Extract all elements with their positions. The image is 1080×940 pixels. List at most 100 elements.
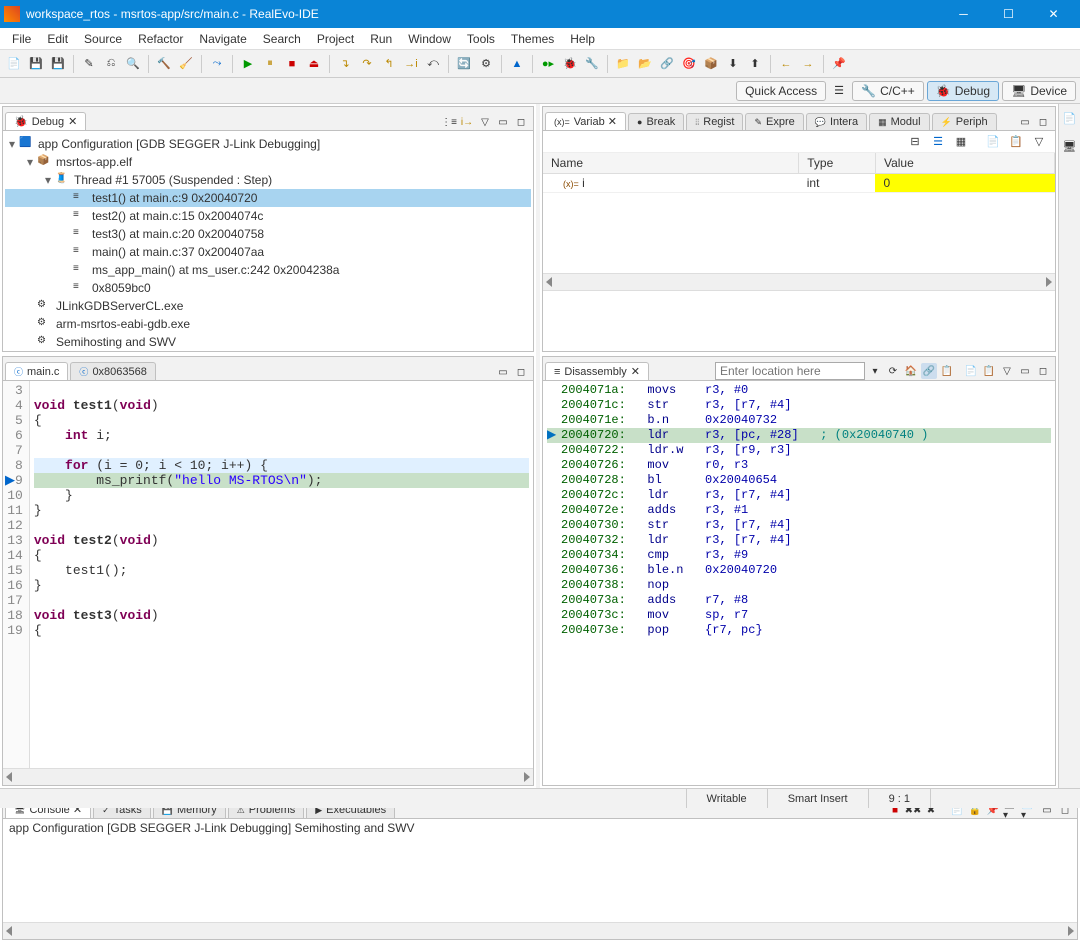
disasm-row[interactable]: 20040728: bl 0x20040654 xyxy=(547,473,1051,488)
disasm-row[interactable]: 2004071e: b.n 0x20040732 xyxy=(547,413,1051,428)
tree-row[interactable]: ⚙arm-msrtos-eabi-gdb.exe xyxy=(5,315,531,333)
tree-row[interactable]: ⚙Semihosting and SWV xyxy=(5,333,531,351)
clean-icon[interactable]: 🧹 xyxy=(176,54,196,74)
cpp-perspective-button[interactable]: 🔧 C/C++ xyxy=(852,81,924,101)
step-over-icon[interactable]: ↷ xyxy=(357,54,377,74)
outline-icon[interactable]: 📄 xyxy=(1060,108,1080,128)
step-mode-icon[interactable]: i→ xyxy=(459,114,475,130)
pin-icon[interactable]: 📌 xyxy=(829,54,849,74)
col-type[interactable]: Type xyxy=(799,153,876,174)
tree-row[interactable]: ≡0x8059bc0 xyxy=(5,279,531,297)
disasm-copy-icon[interactable]: 📋 xyxy=(939,363,955,379)
new-icon[interactable]: 📄 xyxy=(4,54,24,74)
tab-periph[interactable]: ⚡ Periph xyxy=(932,113,997,130)
tab-expre[interactable]: ✎ Expre xyxy=(745,113,803,130)
disconnect-icon[interactable]: ⏏ xyxy=(304,54,324,74)
console-output[interactable]: app Configuration [GDB SEGGER J-Link Deb… xyxy=(3,819,1077,922)
minimize-button[interactable]: ─ xyxy=(941,0,986,28)
editor-minimize-icon[interactable]: ▭ xyxy=(495,364,511,380)
tree-row[interactable]: ≡test3() at main.c:20 0x20040758 xyxy=(5,225,531,243)
monitor-icon[interactable]: 🖥 xyxy=(1060,136,1080,156)
disasm-dropdown-icon[interactable]: ▽ xyxy=(999,363,1015,379)
tree-row[interactable]: ▾📦msrtos-app.elf xyxy=(5,153,531,171)
disasm-maximize-icon[interactable]: ◻ xyxy=(1035,363,1051,379)
vars-hscroll[interactable] xyxy=(543,273,1055,290)
vars-maximize-icon[interactable]: ◻ xyxy=(1035,114,1051,130)
tab-break[interactable]: ● Break xyxy=(628,113,684,130)
vars-new-watch-icon[interactable]: 📄 xyxy=(983,132,1003,152)
menu-help[interactable]: Help xyxy=(562,30,603,48)
col-name[interactable]: Name xyxy=(543,153,799,174)
tree-row[interactable]: ▾🟦app Configuration [GDB SEGGER J-Link D… xyxy=(5,135,531,153)
stop-icon[interactable]: ■ xyxy=(282,54,302,74)
device-perspective-button[interactable]: 🖥 Device xyxy=(1002,81,1076,101)
menu-edit[interactable]: Edit xyxy=(39,30,76,48)
debug-perspective-button[interactable]: 🐞 Debug xyxy=(927,81,999,101)
disasm-row[interactable]: 20040722: ldr.w r3, [r9, r3] xyxy=(547,443,1051,458)
editor-maximize-icon[interactable]: ◻ xyxy=(513,364,529,380)
disasm-row[interactable]: 20040732: ldr r3, [r7, #4] xyxy=(547,533,1051,548)
chevron-down-icon[interactable]: ▾ xyxy=(867,363,883,379)
tree-row[interactable]: ≡main() at main.c:37 0x200407aa xyxy=(5,243,531,261)
minimize-icon[interactable]: ▭ xyxy=(495,114,511,130)
disasm-row[interactable]: 2004071a: movs r3, #0 xyxy=(547,383,1051,398)
open-type-icon[interactable]: 📁 xyxy=(613,54,633,74)
step-instr-icon[interactable]: →i xyxy=(401,54,421,74)
col-value[interactable]: Value xyxy=(875,153,1054,174)
vars-tree-icon[interactable]: ☰ xyxy=(928,132,948,152)
tree-row[interactable]: ⚙JLinkGDBServerCL.exe xyxy=(5,297,531,315)
tab-variab[interactable]: (x)= Variab ✕ xyxy=(545,112,626,130)
nav-back-icon[interactable]: ← xyxy=(776,54,796,74)
variable-row[interactable]: (x)= iint0 xyxy=(543,174,1055,193)
disasm-row[interactable]: 2004071c: str r3, [r7, #4] xyxy=(547,398,1051,413)
location-input[interactable] xyxy=(715,362,865,380)
open-file-icon[interactable]: 📂 xyxy=(635,54,655,74)
tree-row[interactable]: ≡test1() at main.c:9 0x20040720 xyxy=(5,189,531,207)
disasm-save-icon[interactable]: 📄 xyxy=(963,363,979,379)
export-icon[interactable]: ⬆ xyxy=(745,54,765,74)
disasm-row[interactable]: 2004073a: adds r7, #8 xyxy=(547,593,1051,608)
menu-source[interactable]: Source xyxy=(76,30,130,48)
editor-tab[interactable]: ⓒ main.c xyxy=(5,362,68,380)
tree-row[interactable]: ≡ms_app_main() at ms_user.c:242 0x200423… xyxy=(5,261,531,279)
disasm-row[interactable]: 2004072e: adds r3, #1 xyxy=(547,503,1051,518)
build-icon[interactable]: 🔨 xyxy=(154,54,174,74)
link-icon[interactable]: 🔗 xyxy=(657,54,677,74)
import-icon[interactable]: ⬇ xyxy=(723,54,743,74)
package-icon[interactable]: 📦 xyxy=(701,54,721,74)
menu-run[interactable]: Run xyxy=(362,30,400,48)
menu-navigate[interactable]: Navigate xyxy=(191,30,254,48)
drop-frame-icon[interactable]: ⤺ xyxy=(423,54,443,74)
tab-debug[interactable]: 🐞 Debug ✕ xyxy=(5,112,86,130)
editor-hscroll[interactable] xyxy=(3,768,533,785)
disasm-row[interactable]: 2004072c: ldr r3, [r7, #4] xyxy=(547,488,1051,503)
vars-menu-icon[interactable]: 📋 xyxy=(1006,132,1026,152)
vars-dropdown-icon[interactable]: ▽ xyxy=(1029,132,1049,152)
disasm-row[interactable]: 2004073c: mov sp, r7 xyxy=(547,608,1051,623)
disasm-row[interactable]: 20040730: str r3, [r7, #4] xyxy=(547,518,1051,533)
disasm-home-icon[interactable]: 🏠 xyxy=(903,363,919,379)
vars-collapse-icon[interactable]: ⊟ xyxy=(905,132,925,152)
console-hscroll[interactable] xyxy=(3,922,1077,939)
menu-tools[interactable]: Tools xyxy=(459,30,503,48)
search-icon[interactable]: 🔍 xyxy=(123,54,143,74)
disasm-row[interactable]: ▶20040720: ldr r3, [pc, #28] ; (0x200407… xyxy=(547,428,1051,443)
tab-intera[interactable]: 💬 Intera xyxy=(806,113,867,130)
nav-fwd-icon[interactable]: → xyxy=(798,54,818,74)
target-icon[interactable]: 🎯 xyxy=(679,54,699,74)
close-button[interactable]: ✕ xyxy=(1031,0,1076,28)
tree-row[interactable]: ▾🧵Thread #1 57005 (Suspended : Step) xyxy=(5,171,531,189)
restart-icon[interactable]: 🔄 xyxy=(454,54,474,74)
vars-layout-icon[interactable]: ▦ xyxy=(951,132,971,152)
disasm-row[interactable]: 2004073e: pop {r7, pc} xyxy=(547,623,1051,638)
menu-refactor[interactable]: Refactor xyxy=(130,30,191,48)
debug-icon[interactable]: 🐞 xyxy=(560,54,580,74)
quick-access-button[interactable]: Quick Access xyxy=(736,81,826,101)
disasm-refresh-icon[interactable]: ⟳ xyxy=(885,363,901,379)
tab-modul[interactable]: ▦ Modul xyxy=(869,113,929,130)
resume-icon[interactable]: ▶ xyxy=(238,54,258,74)
tab-regist[interactable]: ⦙⦙ Regist xyxy=(686,113,743,130)
settings-icon[interactable]: ⚙ xyxy=(476,54,496,74)
disasm-row[interactable]: 20040726: mov r0, r3 xyxy=(547,458,1051,473)
maximize-button[interactable]: ☐ xyxy=(986,0,1031,28)
